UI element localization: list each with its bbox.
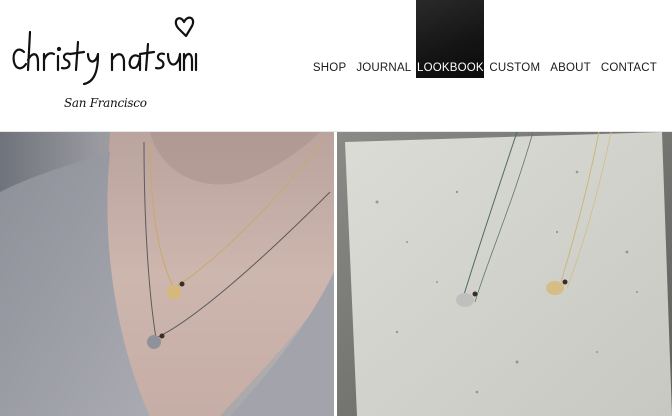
nav-journal[interactable]: JOURNAL bbox=[351, 0, 416, 78]
logo-handwriting-icon bbox=[12, 16, 198, 86]
nav-about[interactable]: ABOUT bbox=[545, 0, 596, 78]
product-necklace-image bbox=[337, 132, 672, 416]
site-header: San Francisco SHOP JOURNAL LOOKBOOK CUST… bbox=[0, 0, 672, 132]
main-nav: SHOP JOURNAL LOOKBOOK CUSTOM ABOUT CONTA… bbox=[308, 0, 662, 78]
brand-logo[interactable]: San Francisco bbox=[8, 12, 198, 122]
lookbook-photo-product[interactable] bbox=[337, 132, 672, 416]
nav-shop[interactable]: SHOP bbox=[308, 0, 351, 78]
nav-lookbook[interactable]: LOOKBOOK bbox=[416, 0, 485, 78]
brand-subtitle: San Francisco bbox=[64, 96, 147, 110]
nav-contact[interactable]: CONTACT bbox=[596, 0, 662, 78]
nav-custom[interactable]: CUSTOM bbox=[484, 0, 545, 78]
lookbook-photo-model[interactable] bbox=[0, 132, 334, 416]
model-necklace-image bbox=[0, 132, 334, 416]
